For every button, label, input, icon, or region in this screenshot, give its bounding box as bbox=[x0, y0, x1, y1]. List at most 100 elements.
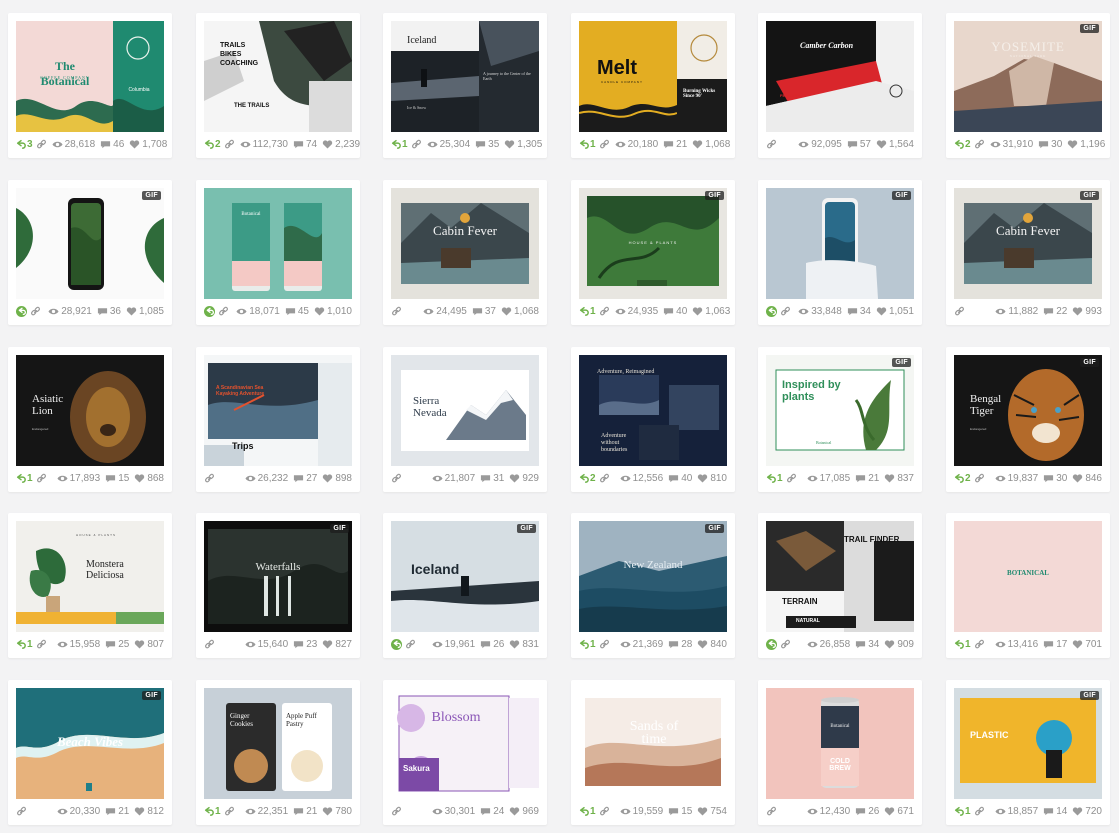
comments-stat[interactable]: 21 bbox=[663, 139, 687, 150]
rebound-icon[interactable] bbox=[766, 638, 777, 650]
likes-stat[interactable]: 898 bbox=[322, 473, 352, 484]
comments-stat[interactable]: 27 bbox=[293, 473, 317, 484]
rebound-count[interactable]: 2 bbox=[204, 139, 221, 150]
comments-stat[interactable]: 37 bbox=[472, 306, 496, 317]
shot-card[interactable]: GIF 33,848 34 1,051 bbox=[758, 180, 922, 325]
link-icon[interactable] bbox=[974, 639, 985, 650]
link-icon[interactable] bbox=[16, 806, 27, 817]
link-icon[interactable] bbox=[224, 806, 235, 817]
comments-stat[interactable]: 40 bbox=[668, 473, 692, 484]
likes-stat[interactable]: 1,305 bbox=[504, 139, 542, 150]
link-icon[interactable] bbox=[30, 306, 41, 317]
link-icon[interactable] bbox=[599, 473, 610, 484]
shot-card[interactable]: Asiatic Lion Endangered 1 17,893 15 868 bbox=[8, 347, 172, 492]
shot-card[interactable]: HOUSE & PLANTS GIF 1 24,935 40 1,063 bbox=[571, 180, 735, 325]
shot-card[interactable]: PLASTIC GIF 1 18,857 14 720 bbox=[946, 680, 1110, 825]
rebound-icon[interactable] bbox=[766, 305, 777, 317]
likes-stat[interactable]: 868 bbox=[134, 473, 164, 484]
shot-card[interactable]: Adventure, Reimagined Adventure without b… bbox=[571, 347, 735, 492]
likes-stat[interactable]: 929 bbox=[509, 473, 539, 484]
link-icon[interactable] bbox=[36, 639, 47, 650]
likes-stat[interactable]: 1,010 bbox=[314, 306, 352, 317]
link-icon[interactable] bbox=[766, 139, 777, 150]
likes-stat[interactable]: 969 bbox=[509, 806, 539, 817]
likes-stat[interactable]: 837 bbox=[884, 473, 914, 484]
comments-stat[interactable]: 21 bbox=[105, 806, 129, 817]
comments-stat[interactable]: 22 bbox=[1043, 306, 1067, 317]
shot-card[interactable]: The Botanical COFFEE COMPANY Columbia 3 28… bbox=[8, 13, 172, 158]
comments-stat[interactable]: 26 bbox=[480, 639, 504, 650]
likes-stat[interactable]: 1,068 bbox=[501, 306, 539, 317]
shot-card[interactable]: Monstera Deliciosa HOUSE & PLANTS 1 15,95… bbox=[8, 513, 172, 658]
rebound-count[interactable]: 2 bbox=[954, 473, 971, 484]
shot-thumbnail[interactable]: Asiatic Lion Endangered bbox=[16, 355, 164, 466]
rebound-count[interactable]: 1 bbox=[954, 639, 971, 650]
shot-thumbnail[interactable]: Iceland GIF bbox=[391, 521, 539, 632]
shot-card[interactable]: TRAIL FINDER TERRAIN NATURAL 26,858 34 909 bbox=[758, 513, 922, 658]
shot-card[interactable]: A Scandinavian Sea Kayaking Adventure Tri… bbox=[196, 347, 360, 492]
likes-stat[interactable]: 993 bbox=[1072, 306, 1102, 317]
comments-stat[interactable]: 28 bbox=[668, 639, 692, 650]
rebound-icon[interactable] bbox=[391, 638, 402, 650]
rebound-count[interactable]: 1 bbox=[954, 806, 971, 817]
likes-stat[interactable]: 1,068 bbox=[692, 139, 730, 150]
comments-stat[interactable]: 31 bbox=[480, 473, 504, 484]
comments-stat[interactable]: 23 bbox=[293, 639, 317, 650]
comments-stat[interactable]: 15 bbox=[668, 806, 692, 817]
comments-stat[interactable]: 30 bbox=[1038, 139, 1062, 150]
shot-thumbnail[interactable]: PLASTIC GIF bbox=[954, 688, 1102, 799]
comments-stat[interactable]: 15 bbox=[105, 473, 129, 484]
shot-thumbnail[interactable]: Camber Carbon FEATURES bbox=[766, 21, 914, 132]
link-icon[interactable] bbox=[599, 306, 610, 317]
shot-thumbnail[interactable]: Blossom Sakura bbox=[391, 688, 539, 799]
link-icon[interactable] bbox=[204, 639, 215, 650]
link-icon[interactable] bbox=[405, 639, 416, 650]
comments-stat[interactable]: 14 bbox=[1043, 806, 1067, 817]
likes-stat[interactable]: 780 bbox=[322, 806, 352, 817]
shot-thumbnail[interactable]: GIF bbox=[766, 188, 914, 299]
shot-thumbnail[interactable]: Waterfalls GIF bbox=[204, 521, 352, 632]
link-icon[interactable] bbox=[599, 139, 610, 150]
shot-card[interactable]: Camber Carbon FEATURES 92,095 57 1,564 bbox=[758, 13, 922, 158]
comments-stat[interactable]: 40 bbox=[663, 306, 687, 317]
shot-thumbnail[interactable]: TRAIL FINDER TERRAIN NATURAL bbox=[766, 521, 914, 632]
rebound-count[interactable]: 1 bbox=[579, 306, 596, 317]
rebound-count[interactable]: 2 bbox=[579, 473, 596, 484]
shot-card[interactable]: YOSEMITE NATIONAL PARK GIF 2 31,910 30 1,1… bbox=[946, 13, 1110, 158]
link-icon[interactable] bbox=[974, 139, 985, 150]
link-icon[interactable] bbox=[599, 806, 610, 817]
likes-stat[interactable]: 1,564 bbox=[876, 139, 914, 150]
shot-card[interactable]: Ginger Cookies Apple Puff Pastry 1 22,351… bbox=[196, 680, 360, 825]
shot-card[interactable]: Botanical 18,071 45 1,010 bbox=[196, 180, 360, 325]
likes-stat[interactable]: 909 bbox=[884, 639, 914, 650]
shot-card[interactable]: New Zealand GIF 1 21,369 28 840 bbox=[571, 513, 735, 658]
rebound-count[interactable]: 1 bbox=[16, 473, 33, 484]
link-icon[interactable] bbox=[391, 473, 402, 484]
shot-thumbnail[interactable]: Sierra Nevada bbox=[391, 355, 539, 466]
shot-thumbnail[interactable]: A Scandinavian Sea Kayaking Adventure Tri… bbox=[204, 355, 352, 466]
rebound-count[interactable]: 1 bbox=[766, 473, 783, 484]
shot-thumbnail[interactable]: TRAILS BIKES COACHING THE TRAILS bbox=[204, 21, 352, 132]
shot-card[interactable]: Melt CANDLE COMPANY Burning Wicks Since 90… bbox=[571, 13, 735, 158]
link-icon[interactable] bbox=[780, 306, 791, 317]
comments-stat[interactable]: 25 bbox=[105, 639, 129, 650]
shot-card[interactable]: Blossom Sakura 30,301 24 969 bbox=[383, 680, 547, 825]
rebound-count[interactable]: 1 bbox=[16, 639, 33, 650]
likes-stat[interactable]: 831 bbox=[509, 639, 539, 650]
comments-stat[interactable]: 36 bbox=[97, 306, 121, 317]
shot-thumbnail[interactable]: YOSEMITE NATIONAL PARK GIF bbox=[954, 21, 1102, 132]
comments-stat[interactable]: 17 bbox=[1043, 639, 1067, 650]
link-icon[interactable] bbox=[224, 139, 235, 150]
shot-card[interactable]: Sands of time 1 19,559 15 754 bbox=[571, 680, 735, 825]
shot-thumbnail[interactable]: Iceland Ice & Snow A journey to the Center… bbox=[391, 21, 539, 132]
shot-card[interactable]: Iceland Ice & Snow A journey to the Center… bbox=[383, 13, 547, 158]
shot-thumbnail[interactable]: Beach Vibes GIF bbox=[16, 688, 164, 799]
shot-card[interactable]: Waterfalls GIF 15,640 23 827 bbox=[196, 513, 360, 658]
rebound-count[interactable]: 1 bbox=[579, 639, 596, 650]
shot-thumbnail[interactable]: Inspired by plants Botanical GIF bbox=[766, 355, 914, 466]
shot-thumbnail[interactable]: Cabin Fever GIF bbox=[954, 188, 1102, 299]
link-icon[interactable] bbox=[391, 806, 402, 817]
rebound-icon[interactable] bbox=[204, 305, 215, 317]
comments-stat[interactable]: 34 bbox=[855, 639, 879, 650]
likes-stat[interactable]: 846 bbox=[1072, 473, 1102, 484]
